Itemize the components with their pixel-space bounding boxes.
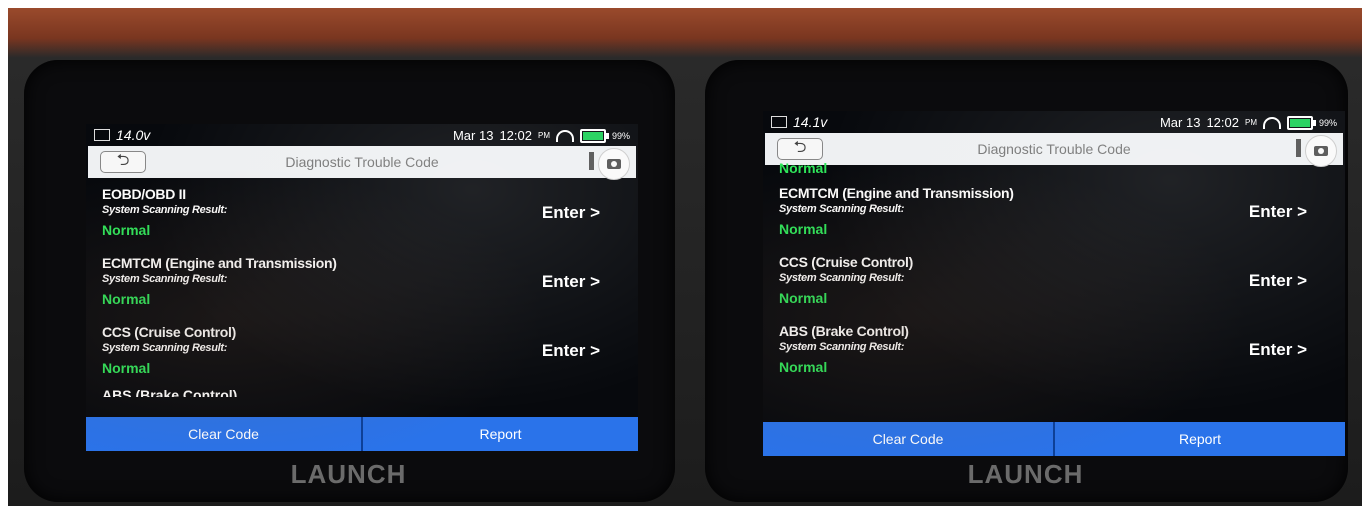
right-photo: 14.1v Mar 13 12:02 PM 99% ⮌ Diagnostic T…	[689, 8, 1362, 506]
report-button[interactable]: Report	[1053, 422, 1345, 456]
status-bar: 14.1v Mar 13 12:02 PM 99%	[763, 111, 1345, 133]
scan-result-label: System Scanning Result:	[102, 273, 228, 285]
device-screen: 14.1v Mar 13 12:02 PM 99% ⮌ Diagnostic T…	[763, 111, 1345, 456]
list-item: CCS (Cruise Control) System Scanning Res…	[763, 246, 1345, 315]
time: 12:02	[499, 128, 532, 143]
enter-button[interactable]: Enter >	[542, 341, 600, 361]
device-screen: 14.0v Mar 13 12:02 PM 99% ⮌ Diagnostic T…	[86, 124, 638, 451]
clear-code-button[interactable]: Clear Code	[86, 417, 361, 451]
time: 12:02	[1206, 115, 1239, 130]
action-bar: Clear Code Report	[86, 417, 638, 451]
system-name: CCS (Cruise Control)	[779, 254, 914, 270]
report-button[interactable]: Report	[361, 417, 638, 451]
list-item: CCS (Cruise Control) System Scanning Res…	[86, 316, 638, 385]
camera-icon[interactable]	[598, 148, 630, 180]
status-bar: 14.0v Mar 13 12:02 PM 99%	[86, 124, 638, 146]
date: Mar 13	[1159, 115, 1201, 130]
enter-button[interactable]: Enter >	[542, 272, 600, 292]
system-name: EOBD/OBD II	[102, 186, 186, 202]
system-name: ECMTCM (Engine and Transmission)	[779, 185, 1014, 201]
ampm: PM	[537, 131, 550, 140]
system-name: CCS (Cruise Control)	[102, 324, 237, 340]
battery-icon	[1286, 115, 1316, 130]
scan-result-label: System Scanning Result:	[102, 204, 228, 216]
system-name: ABS (Brake Control)	[102, 387, 238, 397]
page-title: Diagnostic Trouble Code	[285, 154, 439, 170]
scan-result-label: System Scanning Result:	[779, 341, 905, 353]
system-list: EOBD/OBD II System Scanning Result: Norm…	[86, 178, 638, 417]
ampm: PM	[1244, 118, 1257, 127]
enter-button[interactable]: Enter >	[1249, 340, 1307, 360]
battery-percent: 99%	[611, 130, 630, 141]
wifi-icon	[1262, 116, 1281, 129]
vehicle-battery-icon	[94, 129, 110, 141]
wifi-icon	[555, 129, 574, 142]
scan-status: Normal	[779, 161, 828, 176]
scan-status: Normal	[779, 290, 828, 306]
scan-result-label: System Scanning Result:	[779, 272, 905, 284]
enter-button[interactable]: Enter >	[1249, 202, 1307, 222]
scan-status: Normal	[102, 360, 151, 376]
voltage-readout: 14.0v	[116, 127, 151, 143]
battery-percent: 99%	[1318, 117, 1337, 128]
scan-result-label: System Scanning Result:	[779, 203, 905, 215]
page-title: Diagnostic Trouble Code	[977, 141, 1131, 157]
flag-icon	[1296, 139, 1301, 157]
system-name: ECMTCM (Engine and Transmission)	[102, 255, 337, 271]
vehicle-battery-icon	[771, 116, 787, 128]
list-item: ECMTCM (Engine and Transmission) System …	[763, 177, 1345, 246]
system-list: Normal ECMTCM (Engine and Transmission) …	[763, 161, 1345, 422]
battery-icon	[579, 128, 609, 143]
system-name: ABS (Brake Control)	[779, 323, 909, 339]
clear-code-button[interactable]: Clear Code	[763, 422, 1053, 456]
scan-status: Normal	[779, 359, 828, 375]
list-item: ECMTCM (Engine and Transmission) System …	[86, 247, 638, 316]
list-item: EOBD/OBD II System Scanning Result: Norm…	[86, 178, 638, 247]
action-bar: Clear Code Report	[763, 422, 1345, 456]
list-item: ABS (Brake Control) System Scanning Resu…	[763, 315, 1345, 384]
brand-logo: LAUNCH	[290, 459, 407, 489]
brand-logo: LAUNCH	[967, 459, 1084, 489]
scan-status: Normal	[102, 222, 151, 238]
title-bar: ⮌ Diagnostic Trouble Code	[88, 146, 636, 180]
scan-result-label: System Scanning Result:	[102, 342, 228, 354]
list-item-partial: ABS (Brake Control)	[86, 385, 638, 397]
enter-button[interactable]: Enter >	[1249, 271, 1307, 291]
voltage-readout: 14.1v	[793, 114, 828, 130]
date: Mar 13	[452, 128, 494, 143]
left-photo: 14.0v Mar 13 12:02 PM 99% ⮌ Diagnostic T…	[8, 8, 689, 506]
flag-icon	[589, 152, 594, 170]
scan-status: Normal	[102, 291, 151, 307]
enter-button[interactable]: Enter >	[542, 203, 600, 223]
scan-status: Normal	[779, 221, 828, 237]
